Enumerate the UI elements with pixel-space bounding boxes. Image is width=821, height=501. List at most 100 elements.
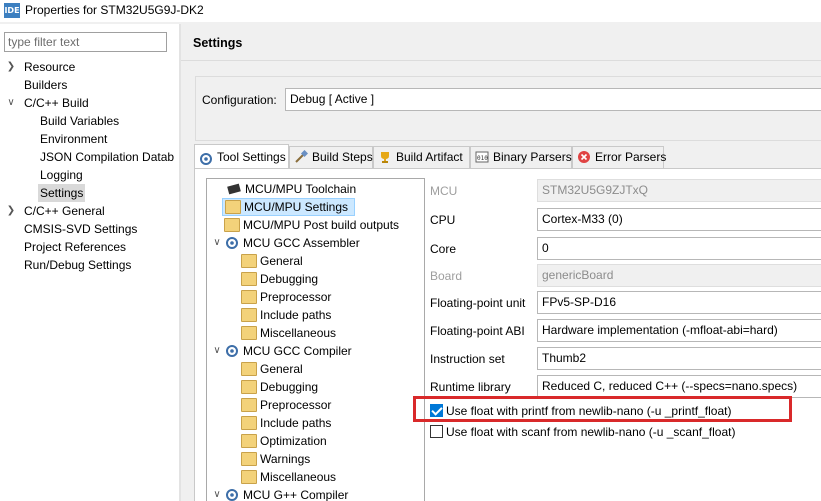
cpu-field[interactable]: Cortex-M33 (0) — [537, 208, 821, 231]
tree-item-compiler-warnings[interactable]: Warnings — [241, 450, 310, 468]
nav-item-environment[interactable]: Environment — [40, 130, 107, 148]
tree-item-compiler-include-paths[interactable]: Include paths — [241, 414, 331, 432]
tree-item-label: Miscellaneous — [260, 326, 337, 340]
folder-settings-icon — [241, 271, 257, 286]
tab-tool-settings[interactable]: Tool Settings — [194, 144, 289, 169]
chip-icon — [226, 182, 242, 196]
nav-item-build-variables[interactable]: Build Variables — [40, 112, 119, 130]
tree-item-mcu-mpu-toolchain[interactable]: MCU/MPU Toolchain — [226, 180, 356, 198]
tree-item-compiler-optimization[interactable]: Optimization — [241, 432, 327, 450]
error-icon — [577, 150, 591, 164]
nav-item-label: C/C++ General — [24, 204, 105, 218]
floating-point-abi-select[interactable]: Hardware implementation (-mfloat-abi=har… — [537, 319, 821, 342]
scanf-float-checkbox[interactable] — [430, 425, 443, 439]
chevron-down-icon[interactable]: ∨ — [212, 486, 222, 501]
runtime-library-select[interactable]: Reduced C, reduced C++ (--specs=nano.spe… — [537, 375, 821, 398]
nav-item-settings[interactable]: Settings — [38, 184, 86, 202]
chevron-right-icon[interactable]: ❯ — [6, 58, 16, 76]
tree-item-label: Preprocessor — [260, 290, 332, 304]
cpu-label: CPU — [430, 213, 456, 227]
chevron-down-icon[interactable]: ∨ — [212, 342, 222, 360]
tree-item-mcu-gpp-compiler[interactable]: MCU G++ Compiler — [224, 486, 348, 501]
svg-text:010: 010 — [477, 155, 488, 162]
nav-item-label: C/C++ Build — [24, 96, 89, 110]
tree-item-assembler-include-paths[interactable]: Include paths — [241, 306, 331, 324]
floating-point-unit-select[interactable]: FPv5-SP-D16 — [537, 291, 821, 314]
nav-item-label: Build Variables — [40, 114, 120, 128]
tree-item-label: Warnings — [260, 452, 311, 466]
tree-item-mcu-gcc-compiler[interactable]: MCU GCC Compiler — [224, 342, 352, 360]
nav-item-cmsis-svd-settings[interactable]: CMSIS-SVD Settings — [24, 220, 137, 238]
tree-item-label: Include paths — [260, 416, 332, 430]
nav-item-label: JSON Compilation Datab — [40, 150, 175, 164]
tree-item-label: Debugging — [260, 380, 319, 394]
tree-item-assembler-general[interactable]: General — [241, 252, 303, 270]
filter-box[interactable] — [4, 32, 167, 52]
gear-icon — [224, 236, 240, 250]
nav-item-label: Builders — [24, 78, 68, 92]
configuration-label: Configuration: — [202, 93, 277, 107]
tree-item-label: Optimization — [260, 434, 327, 448]
app-ide-icon: IDE — [4, 3, 20, 18]
core-field[interactable]: 0 — [537, 237, 821, 260]
tree-item-compiler-miscellaneous[interactable]: Miscellaneous — [241, 468, 336, 486]
tree-item-label: General — [260, 254, 303, 268]
nav-item-project-references[interactable]: Project References — [24, 238, 126, 256]
chevron-down-icon[interactable]: ∨ — [212, 234, 222, 252]
nav-item-cpp-build[interactable]: C/C++ Build — [24, 94, 89, 112]
tree-item-label: MCU GCC Compiler — [243, 344, 352, 358]
nav-item-label: Settings — [38, 184, 86, 202]
tab-label: Binary Parsers — [493, 150, 572, 164]
scanf-float-label: Use float with scanf from newlib-nano (-… — [446, 425, 736, 439]
tab-build-artifact[interactable]: Build Artifact — [373, 146, 470, 168]
nav-item-cpp-general[interactable]: C/C++ General — [24, 202, 105, 220]
tab-label: Build Artifact — [396, 150, 463, 164]
nav-item-run-debug-settings[interactable]: Run/Debug Settings — [24, 256, 131, 274]
folder-settings-icon — [224, 217, 240, 232]
properties-navigation-pane: ❯ Resource Builders ∨ C/C++ Build Build … — [0, 24, 179, 501]
nav-item-label: Logging — [40, 168, 83, 182]
tree-item-mcu-mpu-settings[interactable]: MCU/MPU Settings — [222, 198, 355, 216]
folder-settings-icon — [241, 253, 257, 268]
chevron-right-icon[interactable]: ❯ — [6, 202, 16, 220]
tree-item-assembler-miscellaneous[interactable]: Miscellaneous — [241, 324, 336, 342]
folder-settings-icon — [225, 199, 241, 214]
tab-error-parsers[interactable]: Error Parsers — [572, 146, 666, 168]
tab-build-steps[interactable]: Build Steps — [289, 146, 373, 168]
tree-item-label: MCU/MPU Post build outputs — [243, 218, 400, 232]
gear-icon — [224, 488, 240, 501]
folder-settings-icon — [241, 379, 257, 394]
scanf-float-checkbox-row[interactable]: Use float with scanf from newlib-nano (-… — [430, 424, 735, 440]
tab-label: Tool Settings — [217, 150, 286, 164]
window-title: Properties for STM32U5G9J-DK2 — [25, 3, 204, 17]
tree-item-assembler-preprocessor[interactable]: Preprocessor — [241, 288, 331, 306]
floating-point-abi-label: Floating-point ABI — [430, 324, 525, 338]
folder-settings-icon — [241, 325, 257, 340]
runtime-library-label: Runtime library — [430, 380, 511, 394]
pane-splitter[interactable] — [179, 24, 181, 501]
tree-item-label: MCU GCC Assembler — [243, 236, 360, 250]
instruction-set-label: Instruction set — [430, 352, 505, 366]
chevron-down-icon[interactable]: ∨ — [6, 94, 16, 112]
tree-item-compiler-general[interactable]: General — [241, 360, 303, 378]
folder-settings-icon — [241, 289, 257, 304]
filter-input[interactable] — [8, 34, 158, 50]
tree-item-compiler-preprocessor[interactable]: Preprocessor — [241, 396, 331, 414]
nav-item-label: Run/Debug Settings — [24, 258, 132, 272]
nav-item-resource[interactable]: Resource — [24, 58, 75, 76]
tool-settings-tree[interactable]: MCU/MPU Toolchain MCU/MPU Settings MCU/M… — [206, 178, 425, 501]
tree-item-assembler-debugging[interactable]: Debugging — [241, 270, 318, 288]
nav-item-builders[interactable]: Builders — [24, 76, 67, 94]
nav-item-json-compilation-database[interactable]: JSON Compilation Datab — [40, 148, 174, 166]
folder-settings-icon — [241, 433, 257, 448]
configuration-select[interactable]: Debug [ Active ] — [285, 88, 821, 111]
tree-item-mcu-gcc-assembler[interactable]: MCU GCC Assembler — [224, 234, 360, 252]
instruction-set-select[interactable]: Thumb2 — [537, 347, 821, 370]
tree-item-label: MCU/MPU Settings — [244, 200, 349, 214]
tab-binary-parsers[interactable]: 010 Binary Parsers — [470, 146, 572, 168]
tree-item-mcu-mpu-post-build-outputs[interactable]: MCU/MPU Post build outputs — [224, 216, 399, 234]
board-field: genericBoard — [537, 264, 821, 287]
folder-settings-icon — [241, 307, 257, 322]
tree-item-compiler-debugging[interactable]: Debugging — [241, 378, 318, 396]
nav-item-logging[interactable]: Logging — [40, 166, 83, 184]
